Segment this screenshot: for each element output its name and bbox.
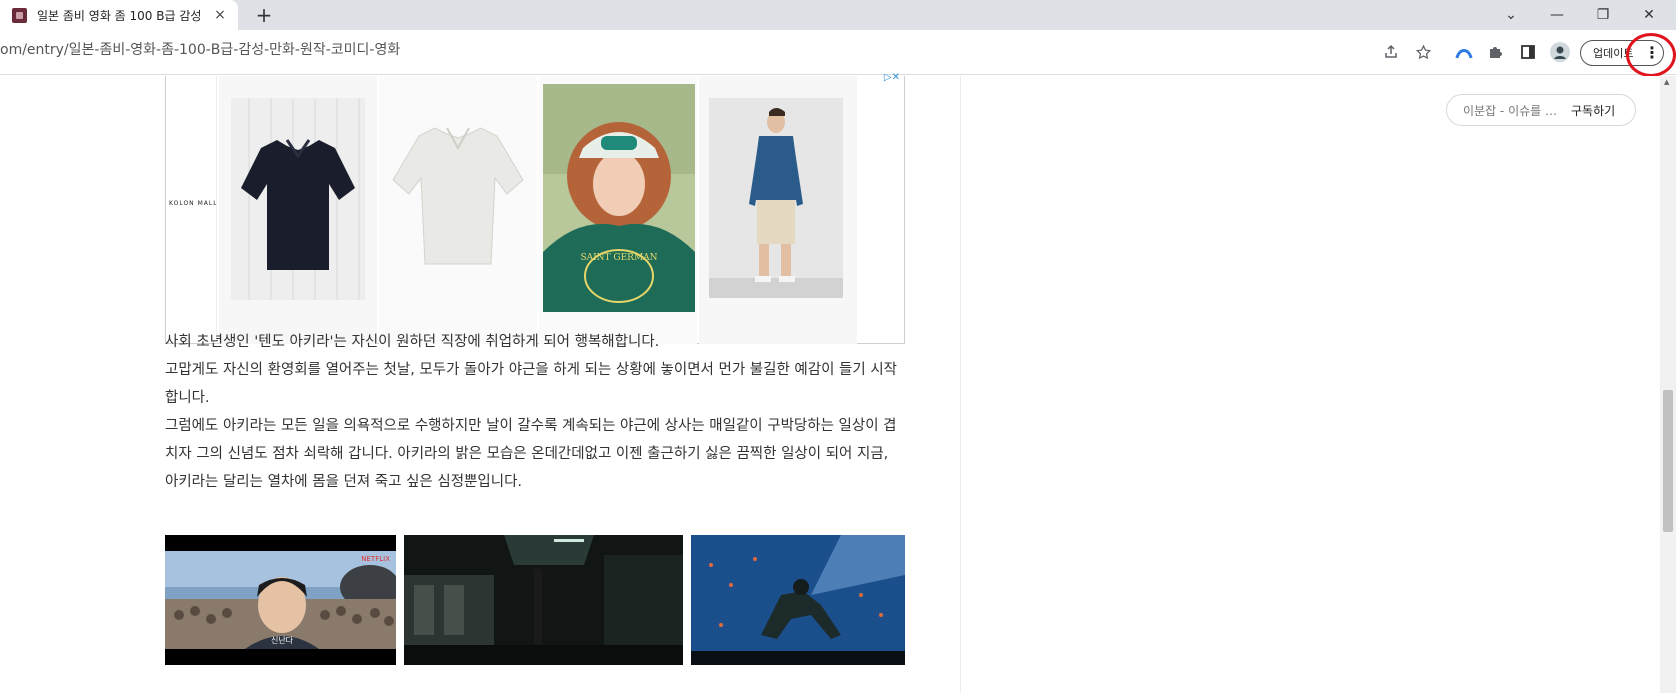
site-favicon-icon [12, 7, 27, 23]
movie-still-aquarium[interactable] [691, 535, 905, 665]
scrollbar-thumb[interactable] [1663, 390, 1673, 532]
highlight-annotation-circle [1626, 33, 1676, 77]
article-paragraph-line: 아키라는 달리는 열차에 몸을 던져 죽고 싶은 심정뿐입니다. [165, 474, 523, 490]
article-paragraph-line: 그럼에도 아키라는 모든 일을 의욕적으로 수행하지만 날이 갈수록 계속되는 … [165, 418, 897, 434]
restore-button[interactable]: ❐ [1580, 0, 1626, 30]
column-divider [960, 76, 961, 693]
subscribe-button[interactable]: 구독하기 [1571, 102, 1615, 119]
extensions-puzzle-icon[interactable] [1485, 41, 1507, 63]
subscribe-bar: 이분잡 - 이슈를 … 구독하기 [1446, 94, 1636, 126]
ad-banner[interactable]: KOLON MALL ▷✕ SAINT GERMAN [165, 72, 905, 344]
ad-choices-icon[interactable]: ▷✕ [884, 72, 900, 83]
ad-product-denim-model[interactable] [699, 76, 857, 344]
movie-still-subway[interactable] [404, 535, 683, 665]
share-icon[interactable] [1380, 41, 1402, 63]
tab-title: 일본 좀비 영화 좀 100 B급 감성 [37, 8, 202, 23]
extension-arc-icon[interactable] [1453, 41, 1475, 63]
page-scrollbar[interactable]: ▲ [1660, 76, 1676, 693]
movie-still-crowd[interactable]: NETFLIX 신난다 [165, 535, 396, 665]
minimize-button[interactable]: — [1534, 0, 1580, 30]
window-close-button[interactable]: ✕ [1626, 0, 1672, 30]
ad-product-white-polo[interactable] [379, 76, 537, 344]
profile-avatar-icon[interactable] [1549, 41, 1571, 63]
bookmark-star-icon[interactable] [1412, 41, 1434, 63]
movie-subtitle: 신난다 [271, 636, 294, 645]
ad-separator [216, 76, 217, 344]
new-tab-button[interactable]: + [252, 3, 276, 27]
scroll-up-arrow-icon[interactable]: ▲ [1664, 78, 1672, 86]
blog-name[interactable]: 이분잡 - 이슈를 … [1463, 102, 1565, 119]
ad-product-navy-polo[interactable] [219, 76, 377, 344]
address-bar[interactable]: om/entry/일본-좀비-영화-좀-100-B급-감성-만화-원작-코미디-… [0, 39, 400, 59]
ad-brand-logo: KOLON MALL [169, 200, 218, 207]
article-paragraph-line: 합니다. [165, 390, 210, 406]
shirt-print-text: SAINT GERMAN [580, 253, 657, 263]
tab-strip: 일본 좀비 영화 좀 100 B급 감성 × + ⌄ — ❐ ✕ [0, 0, 1676, 30]
browser-toolbar: om/entry/일본-좀비-영화-좀-100-B급-감성-만화-원작-코미디-… [0, 30, 1676, 75]
close-tab-icon[interactable]: × [212, 7, 228, 23]
article-paragraph-line: 사회 초년생인 '텐도 아키라'는 자신이 원하던 직장에 취업하게 되어 행복… [165, 334, 660, 350]
tab-search-chevron-icon[interactable]: ⌄ [1488, 0, 1534, 30]
browser-tab-active[interactable]: 일본 좀비 영화 좀 100 B급 감성 × [0, 0, 238, 30]
article-paragraph-line: 고맙게도 자신의 환영회를 열어주는 첫날, 모두가 돌아가 야근을 하게 되는… [165, 362, 898, 378]
netflix-watermark: NETFLIX [361, 555, 390, 563]
ad-product-green-tee-model[interactable]: SAINT GERMAN [539, 76, 697, 344]
side-panel-icon[interactable] [1517, 41, 1539, 63]
page-content: KOLON MALL ▷✕ SAINT GERMAN 사회 초년생인 '텐도 아… [0, 72, 1676, 693]
article-paragraph-line: 치자 그의 신념도 점차 쇠락해 갑니다. 아키라의 밝은 모습은 온데간데없고… [165, 446, 889, 462]
